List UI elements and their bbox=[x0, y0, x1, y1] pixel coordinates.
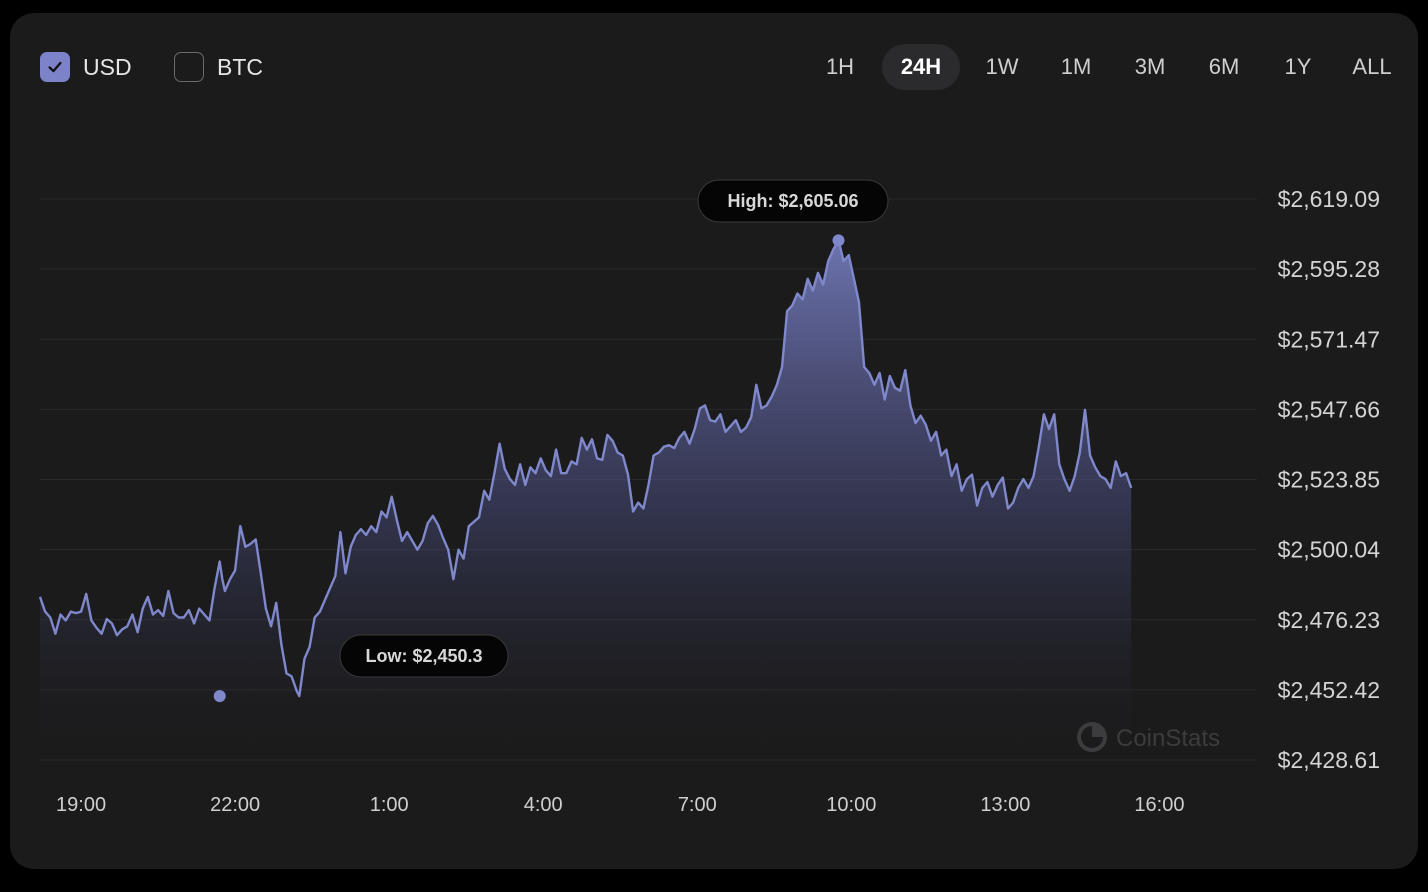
x-tick-label: 22:00 bbox=[210, 794, 260, 816]
y-tick-label: $2,428.61 bbox=[1278, 747, 1380, 773]
high-marker-dot bbox=[832, 234, 845, 247]
price-area bbox=[38, 239, 1133, 761]
x-tick-label: 4:00 bbox=[524, 794, 563, 816]
watermark-text: CoinStats bbox=[1116, 725, 1220, 752]
y-tick-label: $2,523.85 bbox=[1278, 467, 1380, 493]
y-tick-label: $2,547.66 bbox=[1278, 396, 1380, 422]
y-tick-label: $2,595.28 bbox=[1278, 256, 1380, 282]
x-tick-label: 13:00 bbox=[980, 794, 1030, 816]
x-axis-labels: 19:00 22:00 1:00 4:00 7:00 10:00 13:00 16:00 bbox=[56, 794, 1184, 816]
price-chart-card: USD BTC 1H 24H 1W 1M 3M 6M 1Y ALL $2,619… bbox=[10, 13, 1418, 869]
price-chart[interactable]: $2,619.09 $2,595.28 $2,571.47 $2,547.66 $2,5… bbox=[10, 13, 1418, 869]
x-tick-label: 10:00 bbox=[826, 794, 876, 816]
x-tick-label: 7:00 bbox=[678, 794, 717, 816]
y-tick-label: $2,619.09 bbox=[1278, 186, 1380, 212]
y-tick-label: $2,500.04 bbox=[1278, 537, 1381, 563]
y-axis-labels: $2,619.09 $2,595.28 $2,571.47 $2,547.66 $2,5… bbox=[1278, 186, 1381, 773]
low-marker-dot bbox=[213, 690, 226, 703]
x-tick-label: 16:00 bbox=[1134, 794, 1184, 816]
x-tick-label: 19:00 bbox=[56, 794, 106, 816]
low-marker-label: Low: $2,450.3 bbox=[365, 646, 482, 666]
x-tick-label: 1:00 bbox=[370, 794, 409, 816]
y-tick-label: $2,452.42 bbox=[1278, 677, 1380, 703]
y-tick-label: $2,476.23 bbox=[1278, 607, 1380, 633]
high-marker: High: $2,605.06 bbox=[697, 179, 889, 247]
high-marker-label: High: $2,605.06 bbox=[727, 191, 858, 211]
area-fill bbox=[40, 240, 1132, 761]
y-tick-label: $2,571.47 bbox=[1278, 326, 1380, 352]
